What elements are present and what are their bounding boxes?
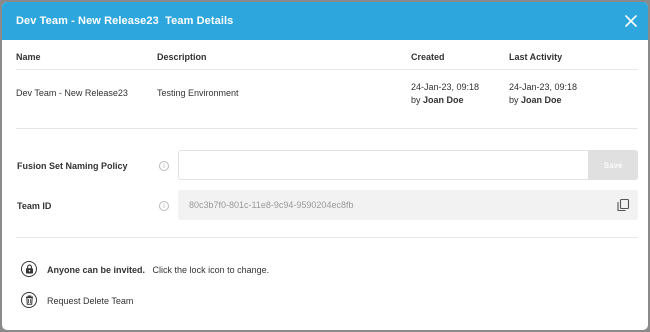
table-header: Name Description Created Last Activity [16,52,638,70]
info-icon[interactable]: i [159,161,169,171]
trash-icon[interactable] [21,292,37,308]
header-name: Name [16,52,41,62]
created-cell: 24-Jan-23, 09:18 by Joan Doe [411,82,509,105]
info-icon[interactable]: i [159,201,169,211]
header-description: Description [157,52,207,62]
team-table: Name Description Created Last Activity D… [16,52,638,105]
team-id-field: 80c3b7f0-801c-11e8-9c94-9590204ec8fb [178,190,638,220]
team-name-cell: Dev Team - New Release23 [16,88,128,98]
last-activity-date: 24-Jan-23, 09:18 [509,82,578,92]
dialog-header: Dev Team - New Release23 Team Details [2,2,648,40]
created-by: by Joan Doe [411,95,509,105]
team-details-dialog: Dev Team - New Release23 Team Details Na… [2,2,648,330]
last-activity-user: Joan Doe [521,95,562,105]
header-last-activity: Last Activity [509,52,563,62]
naming-policy-input[interactable] [178,150,590,180]
naming-policy-label: Fusion Set Naming Policy [17,161,128,171]
description-cell: Testing Environment [157,88,239,98]
close-icon[interactable] [624,14,638,28]
last-activity-cell: 24-Jan-23, 09:18 by Joan Doe [509,82,638,105]
dialog-title: Dev Team - New Release23 Team Details [16,15,234,27]
invite-policy-text: Anyone can be invited. Click the lock ic… [47,265,269,275]
created-by-prefix: by [411,95,421,105]
invite-policy-hint: Click the lock icon to change. [152,265,270,275]
request-delete-team-button[interactable]: Request Delete Team [47,296,133,306]
divider [16,128,638,129]
team-id-value: 80c3b7f0-801c-11e8-9c94-9590204ec8fb [189,200,354,210]
lock-icon[interactable] [21,261,37,277]
last-activity-by-prefix: by [509,95,519,105]
last-activity-by: by Joan Doe [509,95,638,105]
header-created: Created [411,52,445,62]
team-id-label: Team ID [17,201,52,211]
created-by-user: Joan Doe [423,95,464,105]
divider [16,237,638,238]
copy-icon[interactable] [616,198,630,212]
table-row: Dev Team - New Release23 Testing Environ… [16,70,638,105]
save-button[interactable]: Save [588,150,638,180]
invite-policy-status: Anyone can be invited. [47,265,146,275]
created-date: 24-Jan-23, 09:18 [411,82,480,92]
